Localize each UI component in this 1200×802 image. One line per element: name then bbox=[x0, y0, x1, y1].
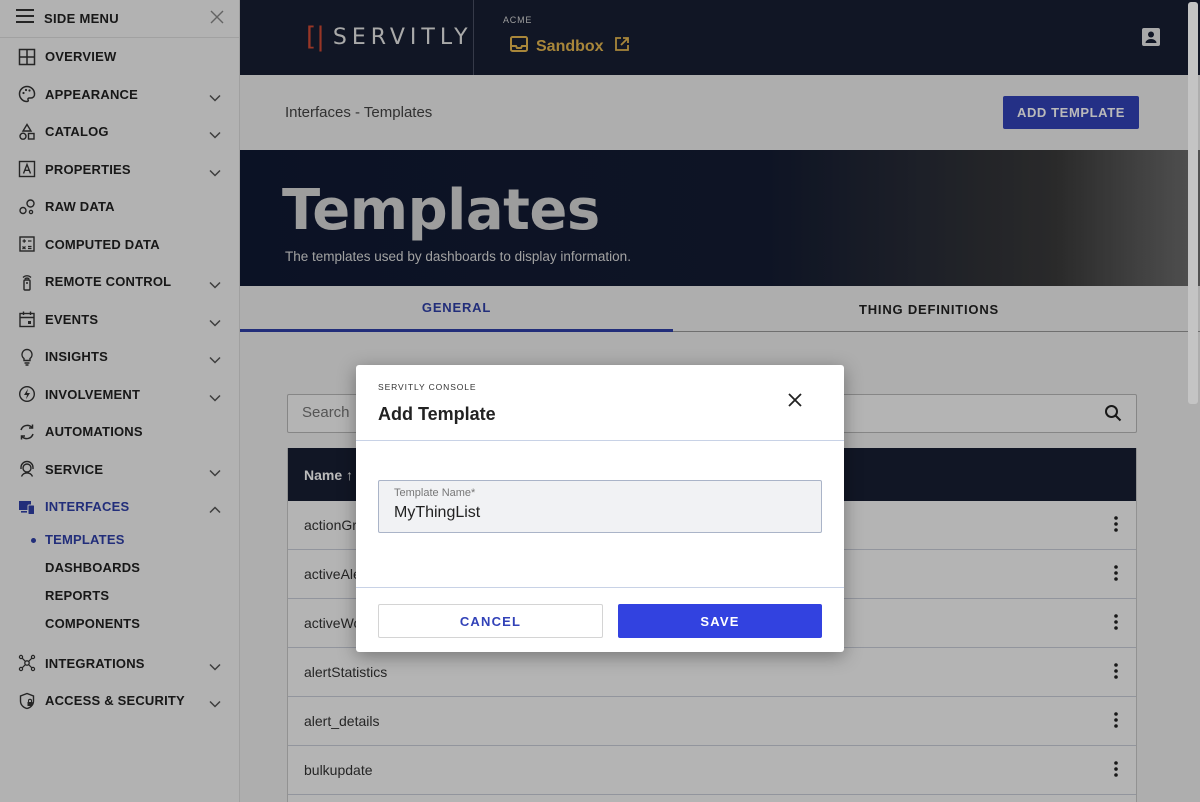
dialog-divider bbox=[356, 440, 844, 441]
dialog-divider bbox=[356, 587, 844, 588]
cancel-button[interactable]: CANCEL bbox=[378, 604, 603, 638]
scrollbar-thumb[interactable] bbox=[1188, 2, 1198, 404]
add-template-dialog: SERVITLY CONSOLE Add Template Template N… bbox=[356, 365, 844, 652]
app-root: SIDE MENU OVERVIEW APPEARANCE CATALOG PR… bbox=[0, 0, 1200, 802]
template-name-input[interactable] bbox=[394, 504, 794, 522]
field-label: Template Name* bbox=[394, 487, 476, 499]
dialog-title: Add Template bbox=[378, 404, 496, 424]
template-name-field: Template Name* bbox=[378, 480, 822, 533]
dialog-overline: SERVITLY CONSOLE bbox=[378, 382, 477, 392]
save-button[interactable]: SAVE bbox=[618, 604, 822, 638]
close-icon[interactable] bbox=[788, 393, 802, 412]
